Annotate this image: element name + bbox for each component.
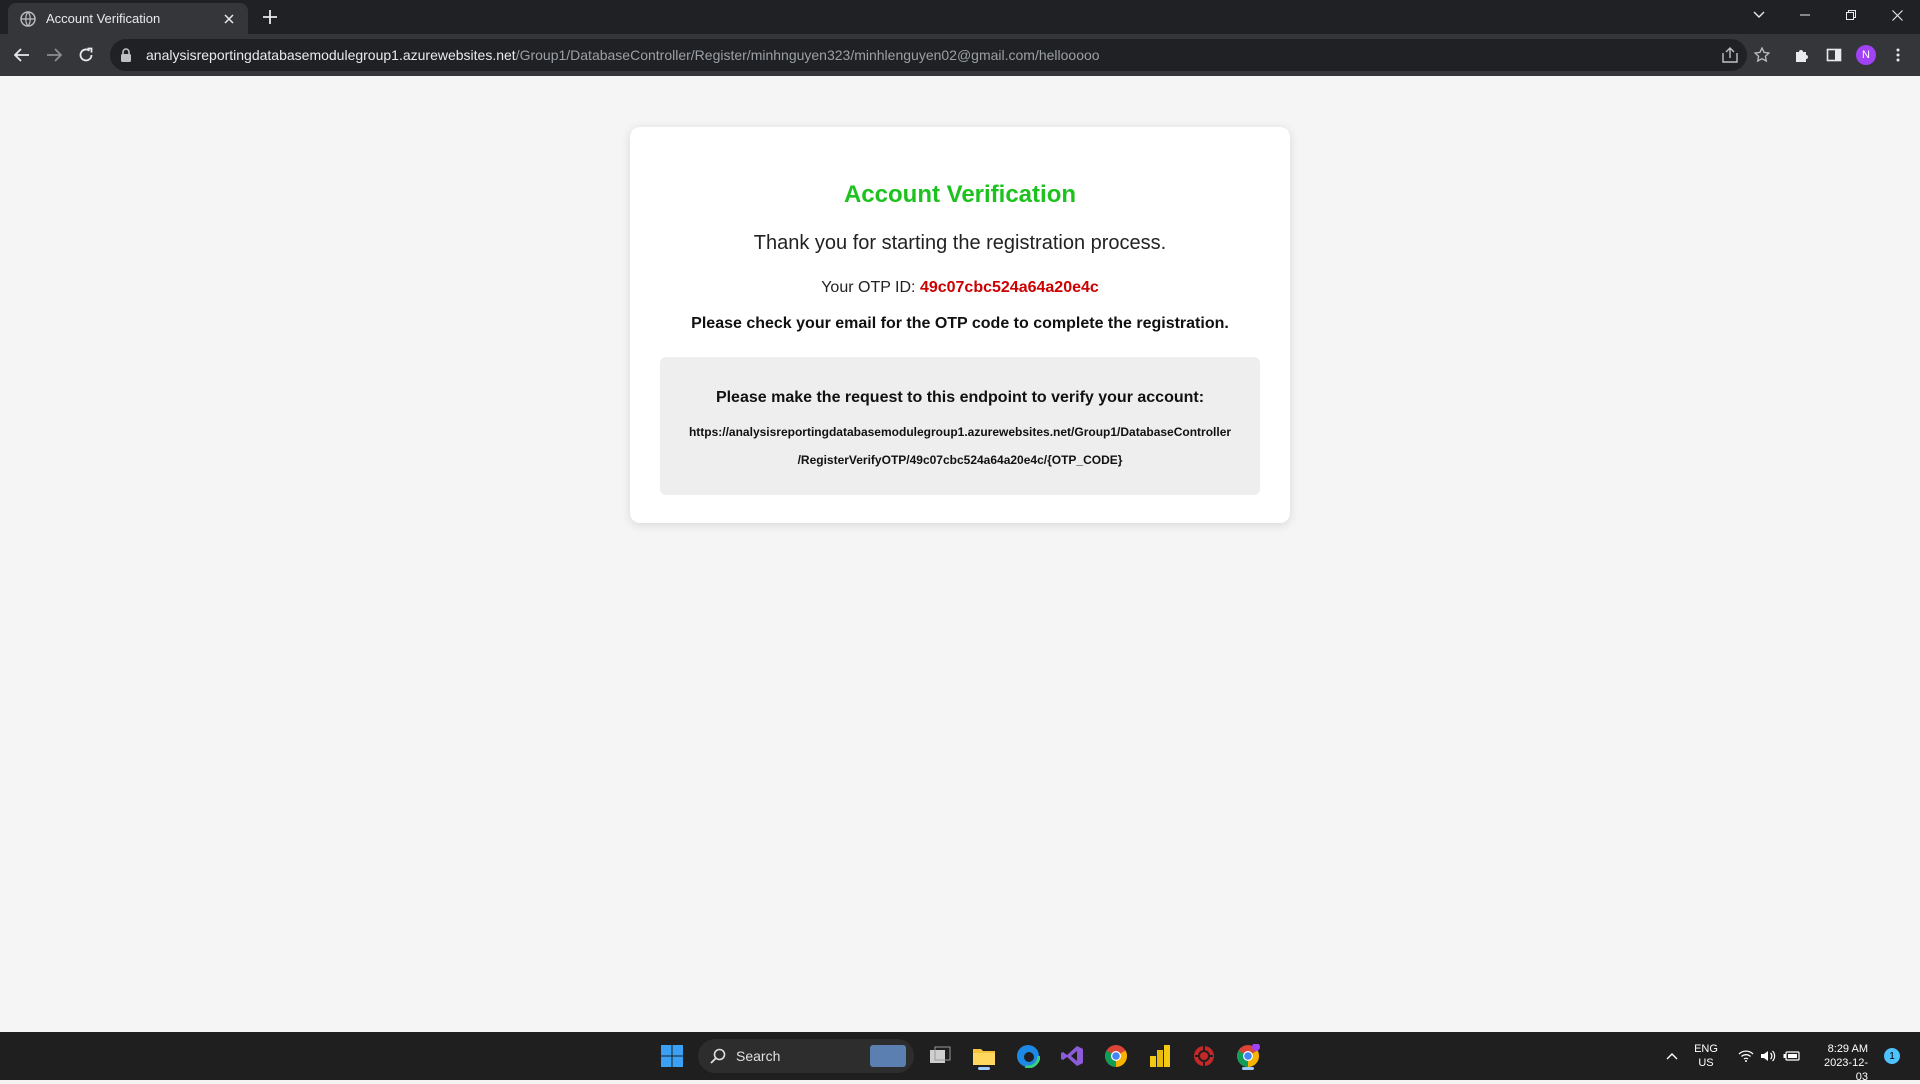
page-title: Account Verification — [843, 181, 1077, 208]
new-tab-button[interactable] — [258, 5, 282, 29]
side-panel-icon[interactable] — [1822, 43, 1846, 67]
url-path: /Group1/DatabaseController/Register/minh… — [515, 47, 1100, 63]
share-icon[interactable] — [1718, 43, 1742, 67]
check-email-text: Please check your email for the OTP code… — [691, 315, 1229, 332]
security-app-icon[interactable] — [1188, 1040, 1220, 1072]
otp-label: Your OTP ID: — [821, 279, 920, 296]
endpoint-url-line-2: /RegisterVerifyOTP/49c07cbc524a64a20e4c/… — [797, 453, 1123, 467]
close-window-icon[interactable] — [1874, 0, 1920, 30]
visual-studio-icon[interactable] — [1056, 1040, 1088, 1072]
task-view-icon[interactable] — [924, 1040, 956, 1072]
search-label: Search — [736, 1048, 781, 1064]
reload-icon[interactable] — [72, 41, 100, 69]
endpoint-url-line-1: https://analysisreportingdatabasemoduleg… — [688, 425, 1232, 439]
start-windows-icon[interactable] — [656, 1040, 688, 1072]
browser-tab-bar: Account Verification — [0, 0, 1920, 34]
profile-avatar[interactable]: N — [1854, 43, 1878, 67]
endpoint-box: Please make the request to this endpoint… — [660, 357, 1260, 495]
chrome-icon[interactable] — [1100, 1040, 1132, 1072]
tab-title: Account Verification — [46, 11, 161, 26]
notification-badge[interactable]: 1 — [1884, 1048, 1900, 1064]
file-explorer-icon[interactable] — [968, 1040, 1000, 1072]
search-icon — [710, 1048, 726, 1064]
endpoint-heading: Please make the request to this endpoint… — [715, 389, 1205, 406]
restore-icon[interactable] — [1828, 0, 1874, 30]
otp-id: 49c07cbc524a64a20e4c — [919, 279, 1099, 296]
search-highlight-image — [870, 1045, 906, 1067]
otp-line: Your OTP ID: 49c07cbc524a64a20e4c — [630, 279, 1290, 297]
bookmark-star-icon[interactable] — [1750, 43, 1774, 67]
globe-icon — [20, 10, 36, 27]
edge-browser-icon[interactable] — [1012, 1040, 1044, 1072]
power-bi-icon[interactable] — [1144, 1040, 1176, 1072]
url-host: analysisreportingdatabasemodulegroup1.az… — [146, 47, 516, 63]
avatar: N — [1856, 45, 1876, 65]
close-tab-icon[interactable] — [220, 10, 238, 28]
system-clock[interactable]: 8:29 AM 2023-12-03 — [1812, 1042, 1868, 1084]
language-code: ENG — [1694, 1043, 1718, 1055]
clock-time: 8:29 AM — [1827, 1043, 1868, 1055]
address-bar[interactable]: analysisreportingdatabasemodulegroup1.az… — [110, 39, 1747, 71]
minimize-icon[interactable] — [1782, 0, 1828, 30]
browser-menu-icon[interactable] — [1886, 43, 1910, 67]
taskbar-search[interactable]: Search — [698, 1039, 914, 1073]
region-code: US — [1698, 1057, 1714, 1069]
url-text[interactable]: analysisreportingdatabasemodulegroup1.az… — [146, 47, 1100, 63]
thanks-text: Thank you for starting the registration … — [753, 232, 1167, 254]
forward-arrow-icon[interactable] — [40, 41, 68, 69]
browser-toolbar: analysisreportingdatabasemodulegroup1.az… — [0, 34, 1920, 76]
browser-tab[interactable]: Account Verification — [8, 3, 248, 34]
tab-search-icon[interactable] — [1736, 0, 1782, 30]
back-arrow-icon[interactable] — [8, 41, 36, 69]
show-hidden-icons-chevron-icon[interactable] — [1656, 1040, 1688, 1072]
active-indicator — [978, 1067, 990, 1070]
page-content: Account Verification Thank you for start… — [0, 76, 1920, 1032]
verification-card: Account Verification Thank you for start… — [630, 127, 1290, 523]
active-indicator — [1242, 1067, 1254, 1070]
extensions-puzzle-icon[interactable] — [1790, 43, 1814, 67]
lock-icon[interactable] — [120, 48, 134, 62]
language-indicator[interactable]: ENG US — [1694, 1042, 1718, 1070]
battery-icon[interactable] — [1776, 1040, 1808, 1072]
chrome-profile-icon[interactable] — [1232, 1040, 1264, 1072]
windows-taskbar: Search ENG US 8:29 AM 2023-12-03 1 — [0, 1032, 1920, 1083]
